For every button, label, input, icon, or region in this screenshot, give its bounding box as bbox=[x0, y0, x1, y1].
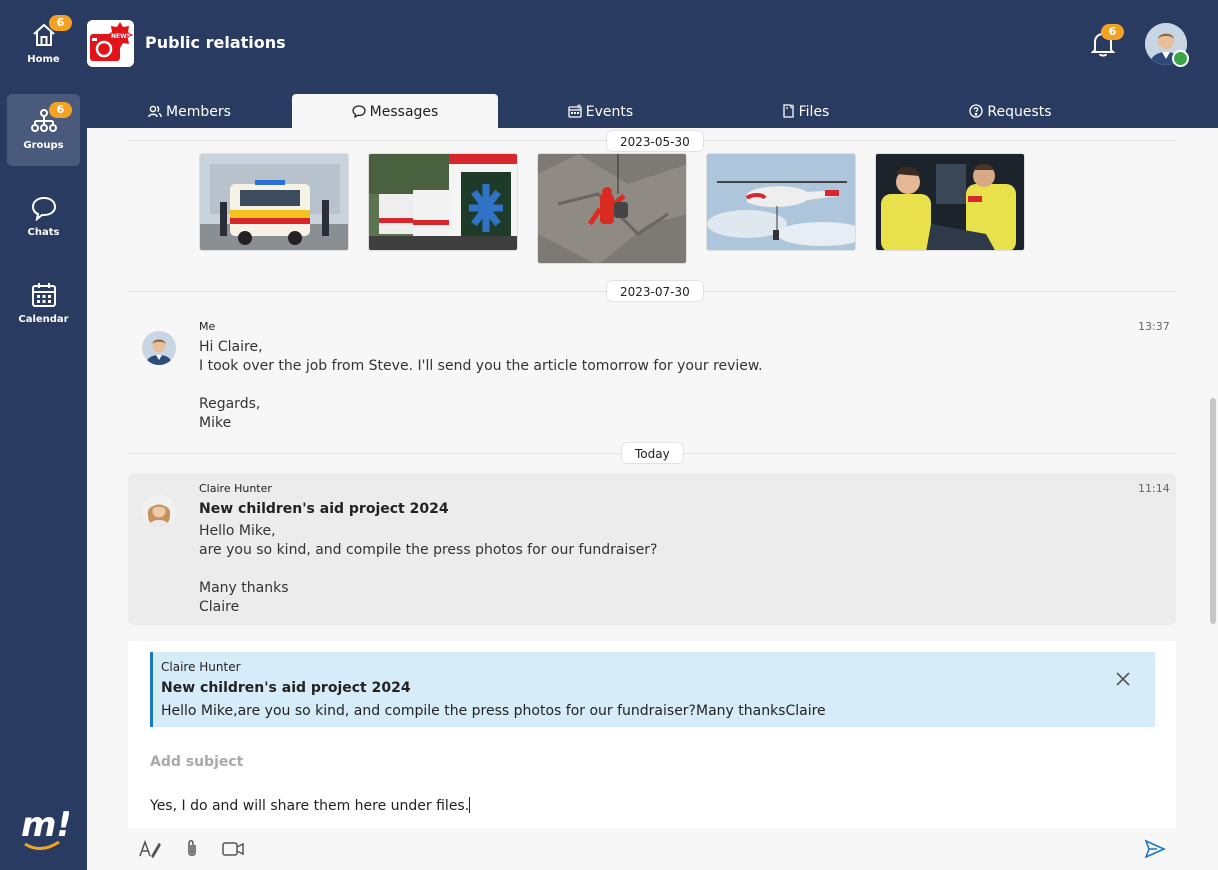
quote-subject: New children's aid project 2024 bbox=[161, 680, 411, 696]
message-line: Claire bbox=[199, 599, 240, 615]
online-status-icon bbox=[1172, 50, 1189, 67]
photo-thumbnail[interactable] bbox=[537, 153, 687, 264]
message-text: Hi Claire, I took over the job from Stev… bbox=[199, 338, 763, 433]
composer-toolbar bbox=[128, 828, 1176, 870]
tab-label: Members bbox=[166, 104, 231, 120]
photo-thumbnail[interactable] bbox=[875, 153, 1025, 251]
sidebar-item-home[interactable]: 6 Home bbox=[7, 8, 80, 80]
tab-label: Files bbox=[798, 104, 830, 120]
tab-label: Messages bbox=[369, 104, 439, 120]
brand-logo-text: m! bbox=[21, 805, 69, 845]
tab-label: Events bbox=[585, 104, 634, 120]
groups-badge: 6 bbox=[49, 102, 72, 118]
chat-icon bbox=[31, 196, 57, 221]
tab-members[interactable]: Members bbox=[87, 94, 292, 128]
messages-panel: 2023-05-30 2023-07-30 Me 13:37 Hi Claire… bbox=[87, 128, 1218, 870]
tab-files[interactable]: Files bbox=[703, 94, 908, 128]
brand-logo: m! bbox=[21, 805, 69, 850]
calendar-icon bbox=[32, 283, 56, 307]
message-subject: New children's aid project 2024 bbox=[199, 501, 449, 517]
sidebar-item-groups[interactable]: 6 Groups bbox=[7, 94, 80, 166]
subject-input[interactable] bbox=[150, 751, 750, 773]
send-icon[interactable] bbox=[1143, 838, 1167, 860]
sidebar-item-chats[interactable]: Chats bbox=[7, 181, 80, 253]
ambulance-rear-photo bbox=[369, 154, 517, 250]
news-label: NEWS bbox=[111, 33, 131, 40]
date-pill: Today bbox=[621, 442, 684, 464]
app-window: 6 Home 6 Groups Chats Calendar m! NEWS P… bbox=[0, 0, 1218, 870]
sidebar-item-calendar[interactable]: Calendar bbox=[7, 268, 80, 340]
photo-thumbnail[interactable] bbox=[706, 153, 856, 251]
text-format-icon[interactable] bbox=[138, 838, 162, 860]
message-list[interactable]: 2023-05-30 2023-07-30 Me 13:37 Hi Claire… bbox=[128, 128, 1176, 628]
group-avatar: NEWS bbox=[87, 20, 134, 67]
video-call-icon[interactable] bbox=[221, 838, 245, 860]
date-pill: 2023-07-30 bbox=[606, 280, 704, 302]
tab-events[interactable]: Events bbox=[498, 94, 703, 128]
message-sender: Claire Hunter bbox=[199, 482, 272, 495]
sidebar-item-label: Chats bbox=[27, 227, 60, 238]
avatar-me-image bbox=[142, 331, 176, 365]
photo-thumbnail[interactable] bbox=[368, 153, 518, 251]
message-avatar bbox=[142, 494, 176, 528]
message-sender: Me bbox=[199, 320, 216, 333]
date-pill: 2023-05-30 bbox=[606, 130, 704, 152]
tab-requests[interactable]: Requests bbox=[908, 94, 1113, 128]
requests-icon bbox=[969, 104, 984, 118]
ambulance-photo bbox=[200, 154, 348, 250]
message-avatar bbox=[142, 331, 176, 365]
message-line: Regards, bbox=[199, 396, 261, 412]
tab-bar: Members Messages Events Files Requests bbox=[87, 94, 1218, 128]
message-line: Hello Mike, bbox=[199, 523, 276, 539]
sidebar: 6 Home 6 Groups Chats Calendar m! bbox=[0, 0, 87, 870]
message-line: I took over the job from Steve. I'll sen… bbox=[199, 358, 763, 374]
sidebar-item-label: Groups bbox=[23, 140, 64, 151]
text-caret bbox=[469, 797, 471, 813]
cliff-rescue-photo bbox=[538, 154, 686, 263]
events-icon bbox=[568, 104, 582, 118]
message-time: 13:37 bbox=[1138, 320, 1170, 333]
quote-sender: Claire Hunter bbox=[161, 660, 241, 674]
notification-badge: 6 bbox=[1101, 24, 1124, 40]
sidebar-item-label: Calendar bbox=[18, 314, 69, 325]
avatar-claire-image bbox=[142, 494, 176, 528]
message-line: Hi Claire, bbox=[199, 339, 263, 355]
paramedics-photo bbox=[876, 154, 1024, 250]
files-icon bbox=[782, 104, 794, 118]
close-icon[interactable] bbox=[1113, 669, 1133, 689]
message-text: Hello Mike, are you so kind, and compile… bbox=[199, 522, 657, 617]
message-time: 11:14 bbox=[1138, 482, 1170, 495]
message-list-scrollbar[interactable] bbox=[1210, 398, 1216, 624]
message-line: Many thanks bbox=[199, 580, 289, 596]
news-camera-icon: NEWS bbox=[87, 20, 134, 67]
message-line-blank bbox=[199, 376, 763, 395]
message-icon bbox=[352, 105, 366, 119]
tab-label: Requests bbox=[987, 104, 1052, 120]
helicopter-photo bbox=[707, 154, 855, 250]
sidebar-item-label: Home bbox=[27, 54, 60, 65]
members-icon bbox=[148, 105, 162, 118]
page-title: Public relations bbox=[145, 33, 286, 52]
message-body-text: Yes, I do and will share them here under… bbox=[150, 798, 470, 814]
tab-messages[interactable]: Messages bbox=[292, 94, 498, 128]
message-line: Mike bbox=[199, 415, 232, 431]
reply-quote: Claire Hunter New children's aid project… bbox=[150, 652, 1155, 727]
home-badge: 6 bbox=[49, 15, 72, 31]
photo-thumbnail[interactable] bbox=[199, 153, 349, 251]
quote-text: Hello Mike,are you so kind, and compile … bbox=[161, 703, 826, 719]
attachment-icon[interactable] bbox=[180, 838, 204, 860]
message-line-blank bbox=[199, 560, 657, 579]
message-body-input[interactable]: Yes, I do and will share them here under… bbox=[150, 797, 471, 814]
message-composer: Claire Hunter New children's aid project… bbox=[128, 641, 1176, 828]
message-line: are you so kind, and compile the press p… bbox=[199, 542, 658, 558]
